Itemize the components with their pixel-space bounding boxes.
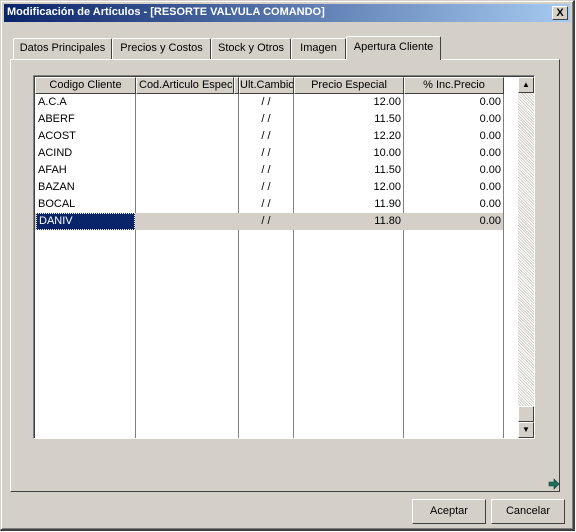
column-header-inc-precio[interactable]: % Inc.Precio	[404, 77, 504, 94]
cell-ult-cambio[interactable]: / /	[239, 111, 293, 128]
cell-codigo[interactable]: ACOST	[36, 128, 135, 145]
cell-cod-art[interactable]	[136, 145, 238, 162]
window-title: Modificación de Artículos - [RESORTE VAL…	[7, 6, 325, 18]
grid-header: Codigo Cliente Cod.Articulo Especial Ult…	[35, 77, 519, 94]
cell-codigo[interactable]: DANIV	[36, 213, 135, 230]
column-header-ult-cambio[interactable]: Ult.Cambio	[239, 77, 294, 94]
table-row[interactable]: BAZAN / /12.00 0.00	[35, 179, 503, 196]
cell-cod-art[interactable]	[136, 128, 238, 145]
table-row[interactable]: ABERF / /11.50 0.00	[35, 111, 503, 128]
cell-ult-cambio[interactable]: / /	[239, 145, 293, 162]
tab-label: Imagen	[300, 42, 337, 54]
cell-inc[interactable]: 0.00	[404, 111, 503, 128]
arrow-right-icon[interactable]	[548, 478, 560, 490]
cell-ult-cambio[interactable]: / /	[239, 179, 293, 196]
cell-inc[interactable]: 0.00	[404, 196, 503, 213]
tab-datos-principales[interactable]: Datos Principales	[13, 38, 112, 59]
cell-inc[interactable]: 0.00	[404, 179, 503, 196]
scroll-thumb[interactable]	[518, 406, 534, 422]
table-row[interactable]: BOCAL / /11.90 0.00	[35, 196, 503, 213]
cell-cod-art[interactable]	[136, 111, 238, 128]
close-button[interactable]: X	[552, 6, 568, 20]
tab-apertura-cliente[interactable]: Apertura Cliente	[346, 36, 441, 60]
cell-inc[interactable]: 0.00	[404, 94, 503, 111]
cell-precio[interactable]: 11.90	[294, 196, 403, 213]
cell-inc[interactable]: 0.00	[404, 145, 503, 162]
tab-label: Apertura Cliente	[353, 41, 434, 53]
table-row[interactable]: A.C.A / /12.00 0.00	[35, 94, 503, 111]
cell-precio[interactable]: 12.20	[294, 128, 403, 145]
accept-button[interactable]: Aceptar	[412, 499, 486, 524]
cell-precio[interactable]: 12.00	[294, 94, 403, 111]
cell-cod-art[interactable]	[136, 213, 238, 230]
cell-precio[interactable]: 12.00	[294, 179, 403, 196]
cell-codigo[interactable]: ACIND	[36, 145, 135, 162]
cell-ult-cambio[interactable]: / /	[239, 196, 293, 213]
cell-inc[interactable]: 0.00	[404, 162, 503, 179]
table-row[interactable]: DANIV / /11.80 0.00	[35, 213, 503, 230]
cell-ult-cambio[interactable]: / /	[239, 94, 293, 111]
column-divider	[503, 94, 504, 438]
vertical-scrollbar[interactable]: ▲ ▼	[518, 77, 534, 438]
column-header-cod-articulo-especial[interactable]: Cod.Articulo Especial	[136, 77, 234, 94]
close-icon: X	[556, 7, 564, 19]
tab-imagen[interactable]: Imagen	[291, 38, 346, 59]
tab-label: Stock y Otros	[217, 42, 285, 54]
cancel-button[interactable]: Cancelar	[491, 499, 565, 524]
cell-codigo[interactable]: BOCAL	[36, 196, 135, 213]
column-header-precio-especial[interactable]: Precio Especial	[294, 77, 404, 94]
scroll-up-button[interactable]: ▲	[518, 77, 534, 93]
table-row[interactable]: ACOST / /12.20 0.00	[35, 128, 503, 145]
tab-label: Precios y Costos	[120, 42, 203, 54]
cell-cod-art[interactable]	[136, 162, 238, 179]
cell-inc[interactable]: 0.00	[404, 128, 503, 145]
scroll-up-arrow-icon: ▲	[522, 80, 530, 89]
table-row[interactable]: AFAH / /11.50 0.00	[35, 162, 503, 179]
cell-codigo[interactable]: ABERF	[36, 111, 135, 128]
cell-ult-cambio[interactable]: / /	[239, 213, 293, 230]
cell-precio[interactable]: 11.50	[294, 162, 403, 179]
price-grid[interactable]: Codigo Cliente Cod.Articulo Especial Ult…	[33, 75, 535, 439]
tab-precios-y-costos[interactable]: Precios y Costos	[112, 38, 211, 59]
cell-inc[interactable]: 0.00	[404, 213, 503, 230]
cell-cod-art[interactable]	[136, 94, 238, 111]
table-row[interactable]: ACIND / /10.00 0.00	[35, 145, 503, 162]
scroll-down-arrow-icon: ▼	[522, 425, 530, 434]
tab-label: Datos Principales	[19, 42, 106, 54]
cell-precio[interactable]: 11.80	[294, 213, 403, 230]
cell-cod-art[interactable]	[136, 196, 238, 213]
title-bar[interactable]: Modificación de Artículos - [RESORTE VAL…	[4, 4, 570, 22]
cell-precio[interactable]: 10.00	[294, 145, 403, 162]
cell-cod-art[interactable]	[136, 179, 238, 196]
cell-codigo[interactable]: A.C.A	[36, 94, 135, 111]
scroll-down-button[interactable]: ▼	[518, 422, 534, 438]
cell-precio[interactable]: 11.50	[294, 111, 403, 128]
cell-codigo[interactable]: BAZAN	[36, 179, 135, 196]
cell-codigo[interactable]: AFAH	[36, 162, 135, 179]
column-header-codigo-cliente[interactable]: Codigo Cliente	[35, 77, 136, 94]
tab-stock-y-otros[interactable]: Stock y Otros	[211, 38, 291, 59]
cell-ult-cambio[interactable]: / /	[239, 162, 293, 179]
cell-ult-cambio[interactable]: / /	[239, 128, 293, 145]
